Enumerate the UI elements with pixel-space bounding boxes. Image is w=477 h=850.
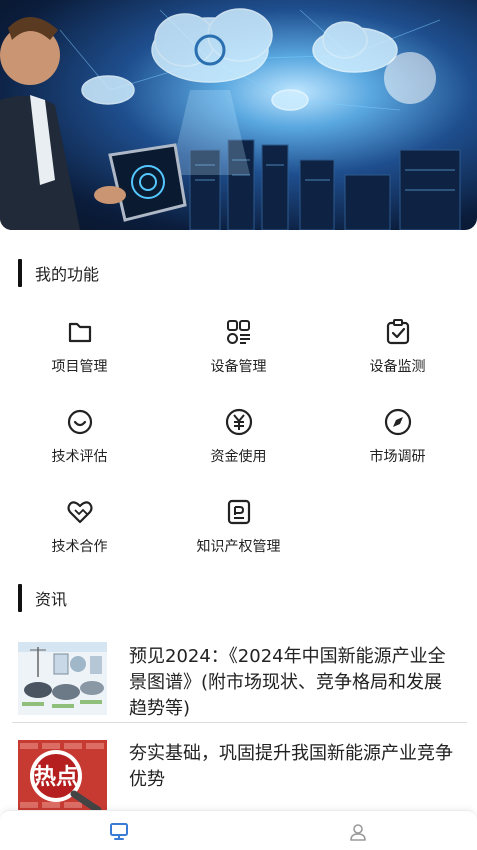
func-label: 市场调研 bbox=[369, 449, 426, 465]
func-device-management[interactable]: 设备管理 bbox=[159, 318, 318, 388]
functions-title: 我的功能 bbox=[35, 265, 100, 284]
func-label: 资金使用 bbox=[210, 449, 267, 465]
folder-icon bbox=[68, 322, 91, 343]
news-thumbnail: 热点 bbox=[18, 740, 107, 813]
func-label: 技术合作 bbox=[51, 539, 108, 555]
banner-image bbox=[0, 0, 477, 230]
func-fund-usage[interactable]: 资金使用 bbox=[159, 408, 318, 478]
func-project-management[interactable]: 项目管理 bbox=[0, 318, 159, 388]
functions-header: 我的功能 bbox=[18, 258, 99, 288]
news-thumbnail bbox=[18, 642, 107, 715]
news-item[interactable]: 热点 夯实基础，巩固提升我国新能源产业竞争优势 bbox=[0, 735, 477, 813]
func-tech-cooperation[interactable]: 技术合作 bbox=[0, 498, 159, 568]
func-label: 技术评估 bbox=[51, 449, 108, 465]
compass-icon bbox=[384, 408, 411, 436]
func-market-research[interactable]: 市场调研 bbox=[318, 408, 477, 478]
func-label: 设备监测 bbox=[369, 359, 426, 375]
device-grid-icon bbox=[226, 320, 250, 344]
news-divider bbox=[12, 722, 467, 723]
func-label: 知识产权管理 bbox=[196, 539, 281, 555]
clipboard-check-icon bbox=[386, 319, 409, 345]
monitor-icon bbox=[110, 823, 128, 840]
news-item[interactable]: 预见2024：《2024年中国新能源产业全景图谱》(附市场现状、竞争格局和发展趋… bbox=[0, 640, 477, 722]
news-headline: 夯实基础，巩固提升我国新能源产业竞争优势 bbox=[129, 743, 453, 790]
bottom-tab-bar bbox=[0, 810, 477, 850]
news-headline: 预见2024：《2024年中国新能源产业全景图谱》(附市场现状、竞争格局和发展趋… bbox=[129, 646, 446, 719]
news-title: 资讯 bbox=[35, 590, 68, 609]
thumb-hot-text: 热点 bbox=[34, 764, 78, 790]
document-icon bbox=[227, 499, 250, 525]
tab-profile[interactable] bbox=[239, 811, 477, 850]
func-label: 设备管理 bbox=[210, 359, 267, 375]
section-bar bbox=[18, 584, 22, 612]
yen-icon bbox=[225, 408, 252, 436]
section-bar bbox=[18, 259, 22, 287]
smile-icon bbox=[67, 409, 92, 435]
user-icon bbox=[350, 824, 366, 841]
func-device-monitoring[interactable]: 设备监测 bbox=[318, 318, 477, 388]
func-ip-management[interactable]: 知识产权管理 bbox=[159, 498, 318, 568]
tab-home[interactable] bbox=[0, 811, 238, 850]
news-header: 资讯 bbox=[18, 583, 67, 613]
func-label: 项目管理 bbox=[51, 359, 108, 375]
func-tech-assessment[interactable]: 技术评估 bbox=[0, 408, 159, 478]
handshake-heart-icon bbox=[66, 501, 93, 524]
